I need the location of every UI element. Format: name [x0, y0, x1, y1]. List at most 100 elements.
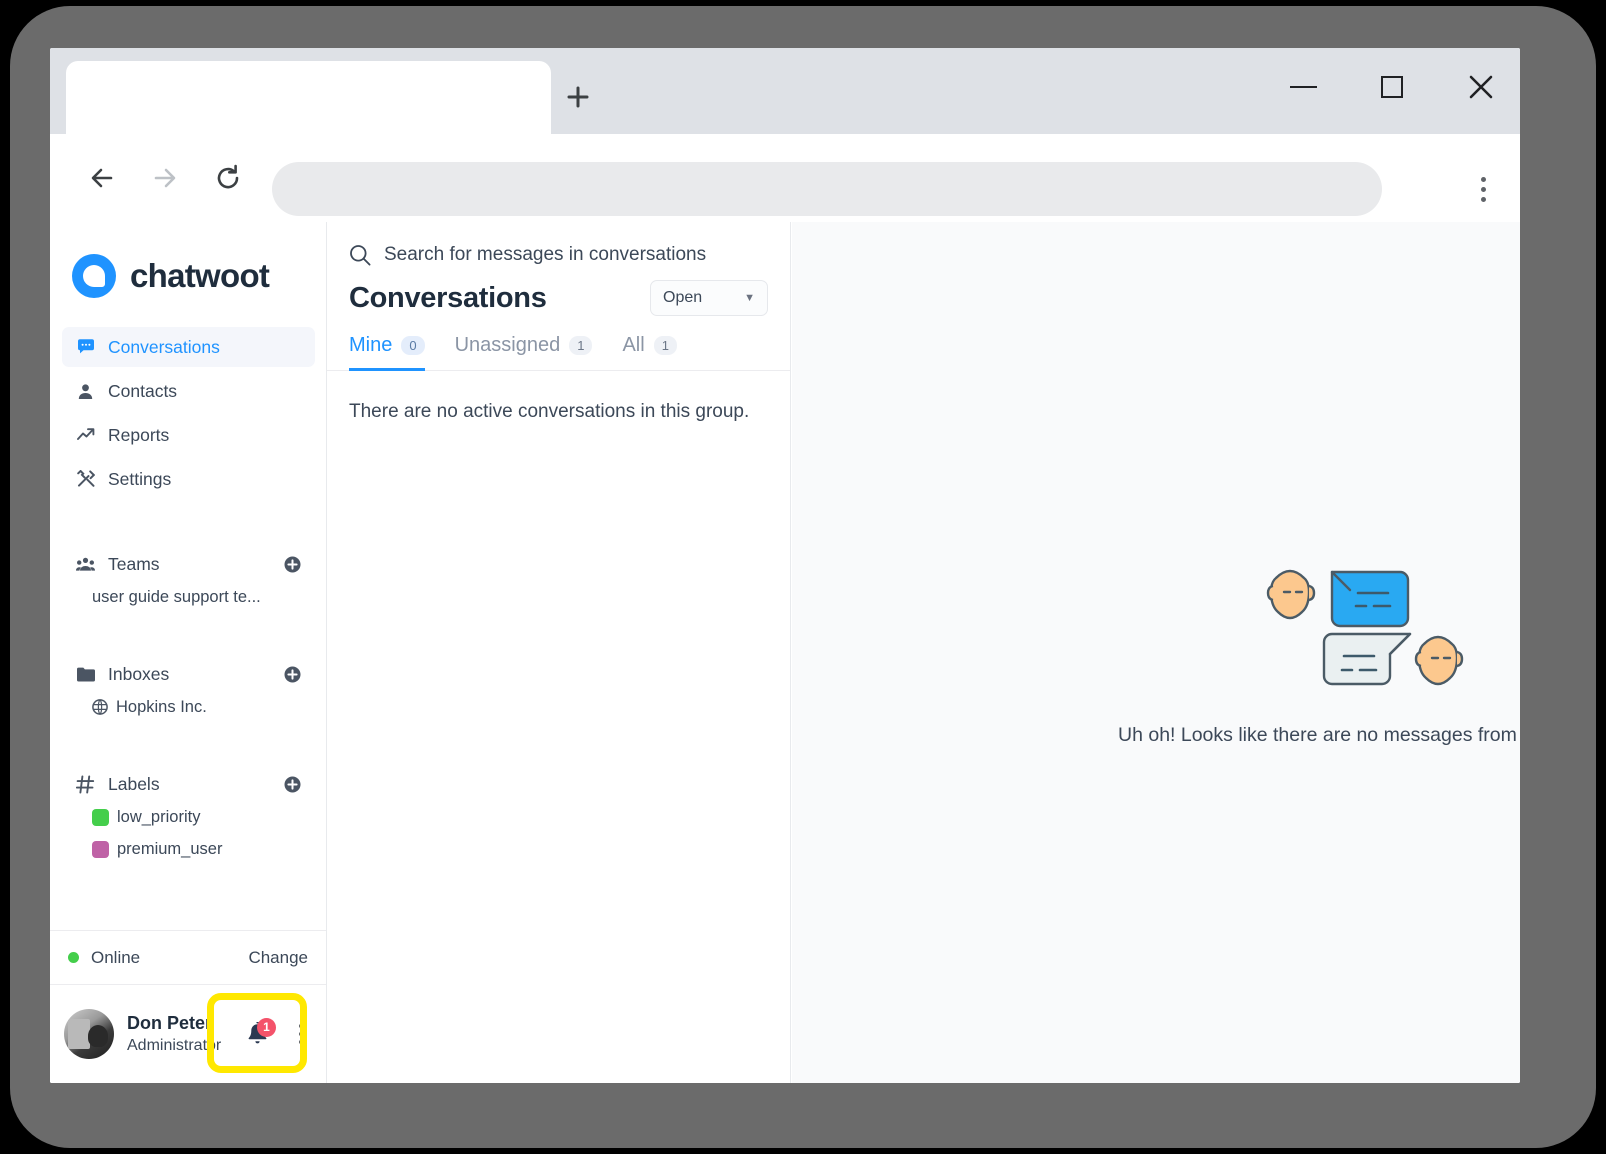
inbox-label: Hopkins Inc.: [116, 697, 207, 716]
trending-up-icon: [76, 426, 95, 444]
sidebar: chatwoot Conversations Contacts Reports …: [50, 222, 327, 1083]
sidebar-item-conversations[interactable]: Conversations: [62, 327, 315, 367]
tab-count: 1: [569, 336, 593, 355]
sidebar-item-label: Reports: [108, 424, 170, 445]
sidebar-item-label: Conversations: [108, 336, 220, 357]
notification-bell-button[interactable]: 1: [237, 1017, 277, 1047]
people-group-icon: [76, 557, 95, 572]
tab-count: 1: [653, 336, 677, 355]
section-header-labels[interactable]: Labels: [62, 767, 315, 801]
label-item-premium-user[interactable]: premium_user: [62, 833, 315, 865]
conversation-detail-panel: Uh oh! Looks like there are no messages …: [792, 222, 1520, 1083]
status-filter-dropdown[interactable]: Open ▼: [650, 280, 768, 316]
inbox-item[interactable]: Hopkins Inc.: [62, 691, 315, 723]
reload-button[interactable]: [206, 156, 250, 200]
primary-nav: Conversations Contacts Reports Settings: [62, 327, 315, 503]
online-status-dot: [68, 952, 79, 963]
section-title: Inboxes: [108, 663, 170, 684]
plus-icon: [567, 86, 589, 108]
conversation-header: Conversations Open ▼: [327, 266, 790, 316]
browser-toolbar: [50, 134, 1520, 222]
empty-state-illustration: [1246, 558, 1486, 698]
tab-mine[interactable]: Mine 0: [349, 334, 425, 371]
reload-icon: [217, 164, 239, 189]
forward-arrow-icon: [154, 168, 176, 188]
chevron-down-icon: ▼: [744, 292, 755, 304]
label-name: premium_user: [117, 839, 223, 858]
team-item[interactable]: user guide support te...: [62, 581, 315, 613]
sidebar-section-teams: Teams user guide support te...: [62, 547, 315, 613]
section-title: Teams: [108, 553, 160, 574]
status-filter-value: Open: [663, 289, 703, 306]
sidebar-section-inboxes: Inboxes Hopkins Inc.: [62, 657, 315, 723]
tab-label: Mine: [349, 334, 393, 356]
browser-menu-button[interactable]: [1465, 160, 1501, 218]
browser-tab[interactable]: [66, 61, 551, 134]
add-team-button[interactable]: [284, 556, 301, 573]
folder-icon: [76, 667, 95, 682]
sidebar-item-reports[interactable]: Reports: [62, 415, 315, 455]
sidebar-section-labels: Labels low_priority premium_user: [62, 767, 315, 865]
sidebar-item-label: Settings: [108, 468, 172, 489]
add-label-button[interactable]: [284, 776, 301, 793]
search-input[interactable]: Search for messages in conversations: [327, 222, 790, 266]
avatar: [64, 1009, 114, 1059]
window-minimize-button[interactable]: [1268, 56, 1338, 118]
browser-tab-strip: [50, 48, 1520, 134]
close-icon: [1469, 75, 1493, 99]
kebab-dot: [1480, 186, 1486, 192]
search-icon: [349, 244, 371, 266]
tab-count: 0: [401, 336, 425, 355]
empty-conversation-message: There are no active conversations in thi…: [349, 401, 750, 422]
section-title: Labels: [108, 773, 160, 794]
conversation-list-panel: Search for messages in conversations Con…: [327, 222, 791, 1083]
window-maximize-button[interactable]: [1357, 56, 1427, 118]
kebab-dot: [299, 1032, 303, 1036]
change-availability-button[interactable]: Change: [248, 948, 308, 968]
maximize-icon: [1381, 76, 1403, 98]
tab-unassigned[interactable]: Unassigned 1: [455, 334, 593, 371]
label-item-low-priority[interactable]: low_priority: [62, 801, 315, 833]
user-profile-row[interactable]: Don Peter Administrator 1: [50, 984, 326, 1083]
sidebar-item-contacts[interactable]: Contacts: [62, 371, 315, 411]
kebab-dot: [1480, 196, 1486, 202]
globe-icon: [92, 699, 108, 715]
user-meta: Don Peter Administrator: [127, 1013, 224, 1055]
window-close-button[interactable]: [1446, 56, 1516, 118]
sidebar-item-settings[interactable]: Settings: [62, 459, 315, 499]
new-tab-button[interactable]: [557, 76, 599, 118]
color-swatch: [92, 840, 109, 858]
conversation-tabs: Mine 0 Unassigned 1 All 1: [327, 316, 790, 371]
sidebar-item-label: Contacts: [108, 380, 178, 401]
page-title: Conversations: [349, 281, 547, 314]
tab-label: All: [622, 334, 645, 356]
tab-all[interactable]: All 1: [622, 334, 677, 371]
kebab-dot: [299, 1024, 303, 1028]
brand-name: chatwoot: [130, 257, 270, 294]
user-role: Administrator: [127, 1037, 222, 1054]
chatwoot-logo: chatwoot: [72, 254, 270, 298]
forward-button[interactable]: [143, 156, 187, 200]
chat-bubble-icon: [76, 338, 95, 356]
add-inbox-button[interactable]: [284, 666, 301, 683]
address-bar[interactable]: [272, 162, 1382, 216]
hash-icon: [76, 775, 95, 794]
kebab-dot: [1480, 176, 1486, 182]
availability-status-row: Online Change: [50, 930, 326, 984]
team-label: user guide support te...: [92, 587, 261, 606]
device-bezel: chatwoot Conversations Contacts Reports …: [10, 6, 1596, 1148]
kebab-dot: [299, 1040, 303, 1044]
chatwoot-mark-icon: [72, 254, 116, 298]
back-arrow-icon: [91, 168, 113, 188]
section-header-teams[interactable]: Teams: [62, 547, 315, 581]
user-menu-button[interactable]: [290, 1024, 312, 1044]
back-button[interactable]: [80, 156, 124, 200]
search-placeholder: Search for messages in conversations: [384, 244, 707, 265]
browser-window: chatwoot Conversations Contacts Reports …: [50, 48, 1520, 1083]
user-name: Don Peter: [127, 1013, 213, 1033]
empty-state-message: Uh oh! Looks like there are no messages …: [1118, 724, 1520, 746]
person-icon: [76, 383, 95, 400]
tab-label: Unassigned: [454, 334, 561, 356]
section-header-inboxes[interactable]: Inboxes: [62, 657, 315, 691]
color-swatch: [92, 808, 109, 826]
